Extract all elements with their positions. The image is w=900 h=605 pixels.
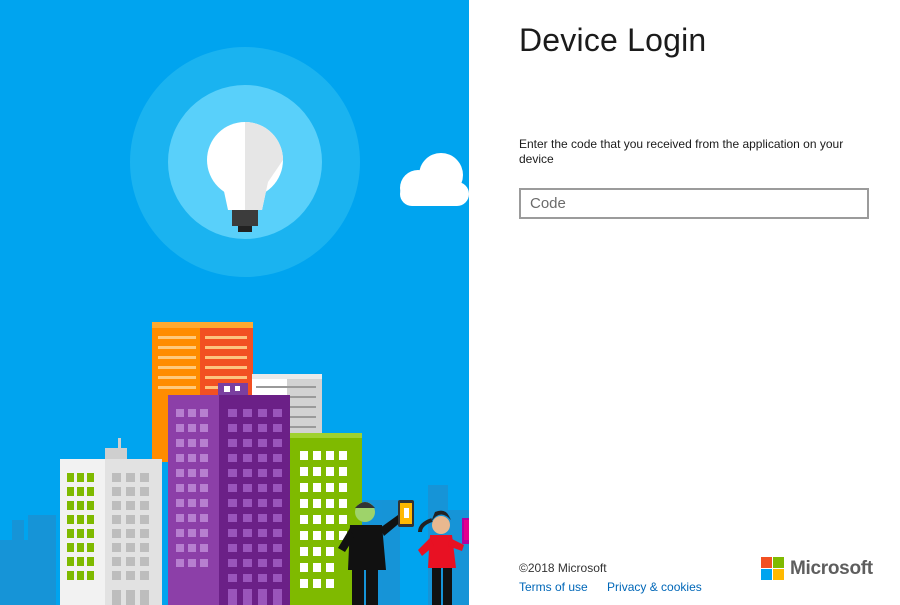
microsoft-wordmark: Microsoft: [790, 557, 873, 579]
privacy-cookies-link[interactable]: Privacy & cookies: [607, 580, 702, 594]
page-title: Device Login: [519, 22, 707, 58]
login-panel: Device Login Enter the code that you rec…: [469, 0, 900, 605]
building-green: [290, 433, 362, 605]
hero-illustration: [0, 0, 469, 605]
microsoft-logo: Microsoft: [761, 557, 873, 580]
terms-of-use-link[interactable]: Terms of use: [519, 580, 588, 594]
code-instructions: Enter the code that you received from th…: [519, 137, 844, 166]
footer-links: Terms of use Privacy & cookies: [519, 580, 718, 594]
building-purple: [168, 383, 290, 605]
lightbulb-icon: [130, 47, 360, 277]
microsoft-logo-icon: [761, 557, 784, 580]
code-input[interactable]: [519, 188, 869, 219]
copyright-text: ©2018 Microsoft: [519, 561, 607, 575]
building-white: [60, 438, 162, 605]
